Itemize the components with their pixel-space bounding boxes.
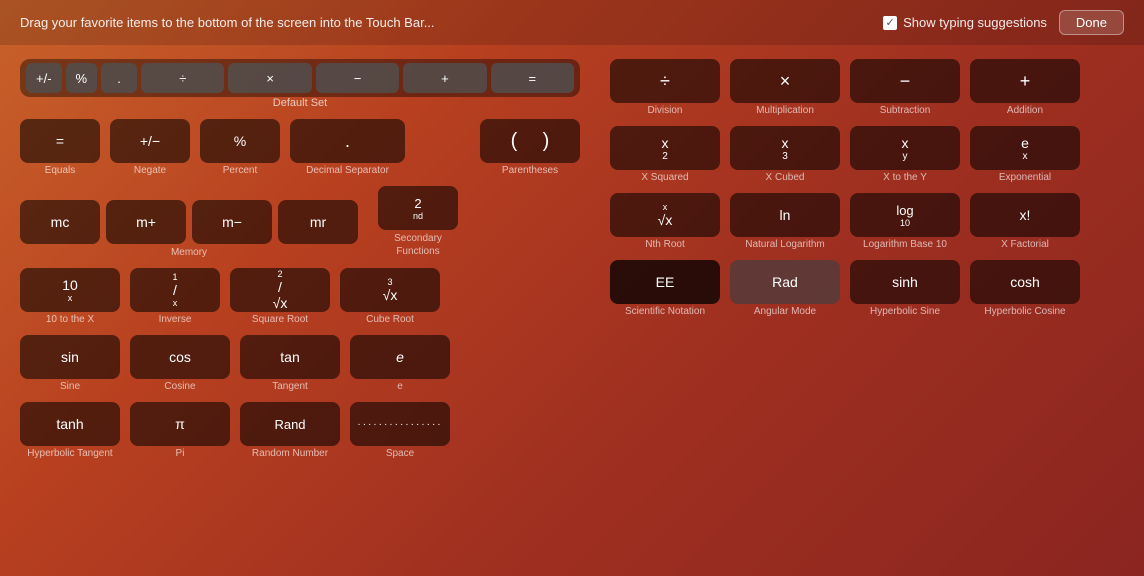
- hyperbolic-cosine-key[interactable]: cosh: [970, 260, 1080, 304]
- tanh-group: tanh Hyperbolic Tangent: [20, 402, 120, 459]
- default-set-bar: +/- % . ÷ × − + =: [20, 59, 580, 97]
- natural-log-group: ln Natural Logarithm: [730, 193, 840, 250]
- secondary-functions-group: 2nd SecondaryFunctions: [378, 186, 458, 258]
- bar-key-divide[interactable]: ÷: [141, 63, 224, 93]
- instruction-text: Drag your favorite items to the bottom o…: [20, 15, 435, 30]
- cube-root-group: 3√x Cube Root: [340, 268, 440, 325]
- equals-group: = Equals: [20, 119, 100, 176]
- x-squared-key[interactable]: x2: [610, 126, 720, 170]
- mc-key[interactable]: mc: [20, 200, 100, 244]
- sine-group: sin Sine: [20, 335, 120, 392]
- percent-group: % Percent: [200, 119, 280, 176]
- hyperbolic-sine-group: sinh Hyperbolic Sine: [850, 260, 960, 317]
- square-root-key[interactable]: 2/√x: [230, 268, 330, 312]
- sine-key[interactable]: sin: [20, 335, 120, 379]
- subtraction-group: − Subtraction: [850, 59, 960, 116]
- ten-to-x-group: 10x 10 to the X: [20, 268, 120, 325]
- e-group: e e: [350, 335, 450, 392]
- pi-key[interactable]: π: [130, 402, 230, 446]
- memory-group: mc m+ m− mr Memory: [20, 200, 358, 258]
- factorial-key[interactable]: x!: [970, 193, 1080, 237]
- e-key[interactable]: e: [350, 335, 450, 379]
- bar-key-percent[interactable]: %: [66, 63, 98, 93]
- cosine-group: cos Cosine: [130, 335, 230, 392]
- bar-key-equals[interactable]: =: [491, 63, 574, 93]
- mr-key[interactable]: mr: [278, 200, 358, 244]
- x-squared-group: x2 X Squared: [610, 126, 720, 183]
- hyperbolic-cosine-group: cosh Hyperbolic Cosine: [970, 260, 1080, 317]
- decimal-group: . Decimal Separator: [290, 119, 405, 176]
- natural-log-key[interactable]: ln: [730, 193, 840, 237]
- multiplication-key[interactable]: ×: [730, 59, 840, 103]
- x-to-y-group: xy X to the Y: [850, 126, 960, 183]
- left-panel: +/- % . ÷ × − + = Default Set = Equals +…: [20, 59, 580, 459]
- division-group: ÷ Division: [610, 59, 720, 116]
- tangent-group: tan Tangent: [240, 335, 340, 392]
- right-panel: ÷ Division × Multiplication − Subtractio…: [610, 59, 1124, 459]
- parens-group: ( ) Parentheses: [480, 119, 580, 176]
- parens-key[interactable]: ( ): [480, 119, 580, 163]
- exponential-group: ex Exponential: [970, 126, 1080, 183]
- x-cubed-group: x3 X Cubed: [730, 126, 840, 183]
- done-button[interactable]: Done: [1059, 10, 1124, 35]
- negate-key[interactable]: +/−: [110, 119, 190, 163]
- default-set-label: Default Set: [20, 97, 580, 109]
- log10-group: log10 Logarithm Base 10: [850, 193, 960, 250]
- inverse-key[interactable]: 1/x: [130, 268, 220, 312]
- cube-root-key[interactable]: 3√x: [340, 268, 440, 312]
- bar-key-subtract[interactable]: −: [316, 63, 399, 93]
- bar-key-negate[interactable]: +/-: [26, 63, 62, 93]
- scientific-notation-key[interactable]: EE: [610, 260, 720, 304]
- log10-key[interactable]: log10: [850, 193, 960, 237]
- addition-key[interactable]: +: [970, 59, 1080, 103]
- factorial-group: x! X Factorial: [970, 193, 1080, 250]
- tangent-key[interactable]: tan: [240, 335, 340, 379]
- x-cubed-key[interactable]: x3: [730, 126, 840, 170]
- bar-key-add[interactable]: +: [403, 63, 486, 93]
- nth-root-key[interactable]: x√x: [610, 193, 720, 237]
- scientific-notation-group: EE Scientific Notation: [610, 260, 720, 317]
- mplus-key[interactable]: m+: [106, 200, 186, 244]
- angular-mode-key[interactable]: Rad: [730, 260, 840, 304]
- addition-group: + Addition: [970, 59, 1080, 116]
- division-key[interactable]: ÷: [610, 59, 720, 103]
- pi-group: π Pi: [130, 402, 230, 459]
- equals-key[interactable]: =: [20, 119, 100, 163]
- percent-key[interactable]: %: [200, 119, 280, 163]
- mminus-key[interactable]: m−: [192, 200, 272, 244]
- space-key[interactable]: ················: [350, 402, 450, 446]
- top-bar: Drag your favorite items to the bottom o…: [0, 0, 1144, 45]
- negate-group: +/− Negate: [110, 119, 190, 176]
- exponential-key[interactable]: ex: [970, 126, 1080, 170]
- inverse-group: 1/x Inverse: [130, 268, 220, 325]
- angular-mode-group: Rad Angular Mode: [730, 260, 840, 317]
- bar-key-multiply[interactable]: ×: [228, 63, 311, 93]
- show-typing-checkbox[interactable]: ✓: [883, 16, 897, 30]
- cosine-key[interactable]: cos: [130, 335, 230, 379]
- ten-to-x-key[interactable]: 10x: [20, 268, 120, 312]
- decimal-key[interactable]: .: [290, 119, 405, 163]
- rand-key[interactable]: Rand: [240, 402, 340, 446]
- subtraction-key[interactable]: −: [850, 59, 960, 103]
- show-typing-label[interactable]: ✓ Show typing suggestions: [883, 15, 1047, 30]
- tanh-key[interactable]: tanh: [20, 402, 120, 446]
- hyperbolic-sine-key[interactable]: sinh: [850, 260, 960, 304]
- rand-group: Rand Random Number: [240, 402, 340, 459]
- nth-root-group: x√x Nth Root: [610, 193, 720, 250]
- multiplication-group: × Multiplication: [730, 59, 840, 116]
- x-to-y-key[interactable]: xy: [850, 126, 960, 170]
- bar-key-dot[interactable]: .: [101, 63, 137, 93]
- square-root-group: 2/√x Square Root: [230, 268, 330, 325]
- secondary-functions-key[interactable]: 2nd: [378, 186, 458, 230]
- space-group: ················ Space: [350, 402, 450, 459]
